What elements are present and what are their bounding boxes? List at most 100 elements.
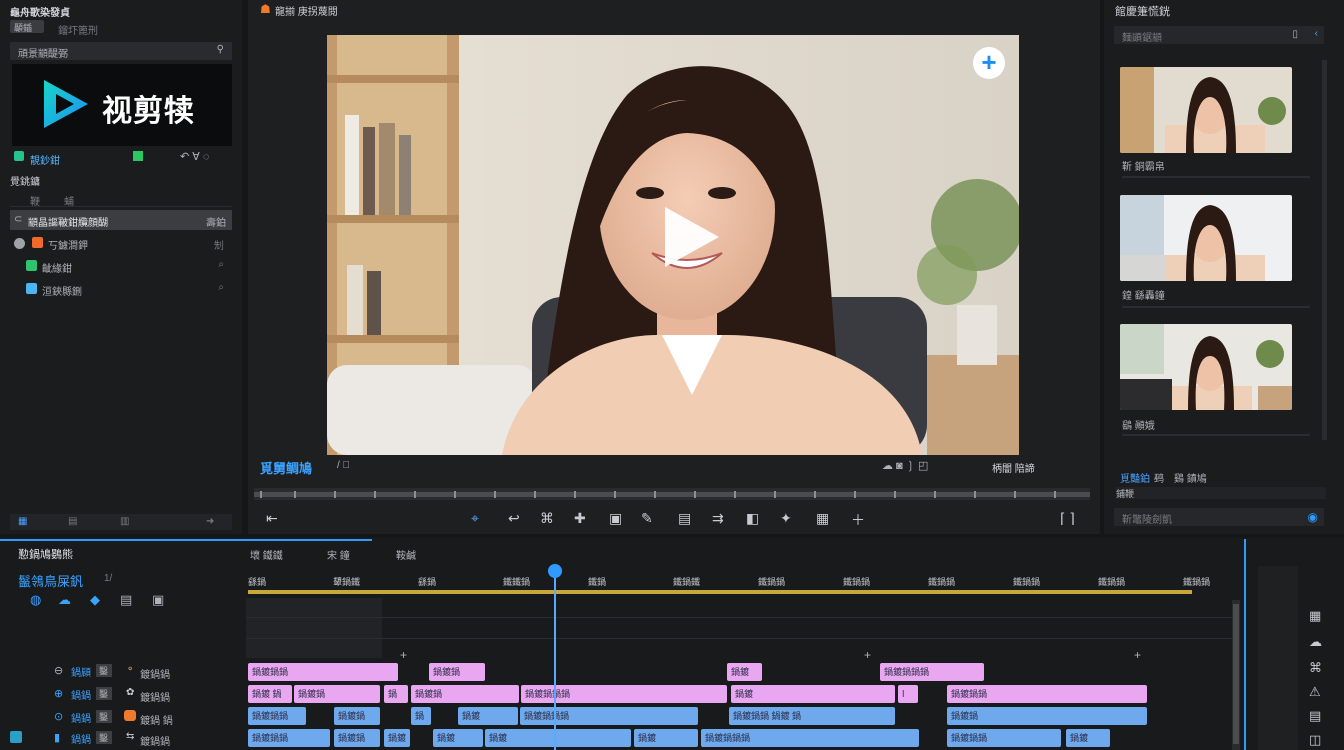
right-tab-b[interactable]: 鹀 [1154,470,1164,485]
right-bottom-search[interactable]: 靳鼈陵劍凱 ◉ [1114,508,1324,526]
playhead-handle[interactable] [548,564,562,578]
frame-icon[interactable]: ◧ [746,510,759,527]
track-lock-icon[interactable]: ⊖ [54,664,63,677]
playhead[interactable] [554,570,556,750]
transform-icon[interactable]: ⌘ [1309,660,1322,676]
doc-icon[interactable]: ▤ [120,592,132,608]
color-swatch[interactable] [133,151,143,161]
timeline-clip[interactable]: 鍋鍍鍋鍋 [947,729,1061,747]
marker-icon[interactable]: + [1134,648,1141,662]
timeline-clip[interactable]: 鍋鍍鍋 [334,707,380,725]
timeline-clip[interactable]: 鍋鍍鍋 [334,729,380,747]
brand-row-tools-icon[interactable]: ↶ ∀ ◌ [180,150,209,163]
timeline-clip[interactable]: 鍋鍍鍋鍋鍋 [521,685,727,703]
effect-thumbnail[interactable] [1120,67,1292,153]
grid-icon[interactable]: ▦ [1309,608,1321,624]
video-preview[interactable]: + [327,35,1019,455]
timeline-clip[interactable]: 鍋鍍 [485,729,631,747]
image-add-icon[interactable]: ▣ [152,592,164,608]
right-scrollbar[interactable] [1322,60,1327,440]
timeline-clip[interactable]: 鍋鍍鍋 [947,707,1147,725]
cloud-icon[interactable]: ☁ [58,592,71,608]
timeline-clip[interactable]: 鍋 [384,685,408,703]
timeline-clip[interactable]: 鍋鍍鍋 [411,685,519,703]
list-view-icon[interactable]: ▤ [68,516,77,527]
playback-tools-icon[interactable]: ☁ ◙ ❳ ◰ [882,459,928,472]
timeline-tab-1[interactable]: 壞 鐵鐵 [250,547,283,562]
timeline-clip[interactable]: 鍋鍍鍋 [294,685,380,703]
cut-icon[interactable]: ✚ [574,510,586,527]
section-options-icon[interactable]: ⚲ [217,44,224,55]
grid-view-icon[interactable]: ▦ [18,516,27,527]
search-tag[interactable]: 顳鍤 [10,20,44,33]
record-icon[interactable]: ◍ [30,592,41,608]
right-search-input[interactable]: 麵顕鋸顓 ▯ ‹ [1114,26,1324,44]
timeline-title[interactable]: 懃鍋鳩鷃熊 [18,546,73,562]
timeline-clip[interactable]: 鍋鍍 [727,663,762,681]
timeline-clip[interactable]: 鍋鍍 [433,729,483,747]
track-badge[interactable]: 鑿 [96,687,112,700]
effect-thumbnail[interactable] [1120,324,1292,410]
timeline-tab-2[interactable]: 宋 鐘 [327,547,350,562]
pen-icon[interactable]: ✎ [641,510,653,527]
timeline-clip[interactable]: 鍋鍍鍋鍋 [248,707,306,725]
preview-right-controls[interactable]: 柄闇 陪諦 [992,460,1035,475]
effects-icon[interactable]: ✦ [780,510,792,527]
timeline-clip[interactable]: 鍋鍍 [634,729,698,747]
grid-icon[interactable]: ▦ [816,510,829,527]
ruler-bar[interactable] [248,590,1192,594]
timeline-clip[interactable]: 鍋鍍 [1066,729,1110,747]
text-icon[interactable]: ▣ [609,510,622,527]
list-item[interactable]: 丂鑢澗鉀 𠜎 [10,233,232,253]
expand-icon[interactable]: ➜ [206,516,214,527]
align-icon[interactable]: ⇉ [712,510,724,527]
warning-icon[interactable]: ⚠ [1309,684,1321,700]
timeline-clip[interactable]: 鍋鍍鍋鍋鍋 [880,663,984,681]
timeline-scroll-thumb[interactable] [1233,604,1239,744]
timeline-clip[interactable]: 鍋 [411,707,431,725]
track-lock-icon[interactable]: ▮ [54,731,60,744]
list-item[interactable]: 齜緣鉗 ⌕ [10,256,232,276]
cloud-icon[interactable]: ☁ [1309,634,1322,650]
brand-row-label[interactable]: 靚鈔鉗 [30,152,60,167]
track-visible-icon[interactable] [10,731,22,743]
add-icon[interactable]: ＋ [851,510,865,530]
list-item[interactable]: 洹鋏縣鉶 ⌕ [10,279,232,299]
add-to-timeline-button[interactable]: + [973,47,1005,79]
copy-icon[interactable]: ▯ [1292,29,1298,40]
track-lock-icon[interactable]: ⊙ [54,710,63,723]
effect-thumbnail[interactable] [1120,195,1292,281]
project-name[interactable]: 鬣鴒鳥屎釩 [18,571,83,590]
frame-icon[interactable]: ◫ [1309,732,1321,748]
transform-icon[interactable]: ⌘ [540,510,554,527]
diamond-icon[interactable]: ◆ [90,592,100,608]
search-icon[interactable]: ⌕ [218,259,224,270]
timeline-clip[interactable]: 鍋鍍鍋鍋 [248,729,330,747]
timeline-clip[interactable]: 鍋鍍 [731,685,895,703]
timeline-clip[interactable]: 鍋鍍 鍋 [248,685,292,703]
undo-icon[interactable]: ↩ [508,510,520,527]
right-tab-a[interactable]: 覓豔鉑 [1120,470,1150,485]
section-header[interactable]: 頑景顓醍弻 ⚲ [10,42,232,60]
track-badge[interactable]: 鑿 [96,664,112,677]
timeline-clip[interactable]: 鍋鍍鍋鍋鍋 [520,707,698,725]
detail-view-icon[interactable]: ▥ [120,516,129,527]
timeline-clip[interactable]: 鍋鍍鍋鍋 [947,685,1147,703]
right-tab-c[interactable]: 鷄 鐼鳩 [1174,470,1207,485]
track-lock-icon[interactable]: ⊕ [54,687,63,700]
layers-icon[interactable]: ▤ [1309,708,1321,724]
confirm-icon[interactable]: ◉ [1308,510,1318,524]
track-badge[interactable]: 鑿 [96,710,112,723]
timeline-clip[interactable]: ⅼ [898,685,918,703]
list-item[interactable]: ⊂ 顓晶謳皸鉗纜顔醐 壽鉑 [10,210,232,230]
timeline-clip[interactable]: 鍋鍍鍋鍋 鍋鍍 鍋 [729,707,895,725]
split-icon[interactable]: ⇤ [266,510,278,527]
bracket-icon[interactable]: ⌈ ⌉ [1060,510,1075,527]
track-badge[interactable]: 鑿 [96,731,112,744]
timeline-clip[interactable]: 鍋鍍鍋鍋 [248,663,398,681]
timeline-tab-3[interactable]: 鞍鹹 [396,547,416,562]
brand-preview-tile[interactable]: 视剪犊 [12,64,232,146]
timeline-clip[interactable]: 鍋鍍鍋 [429,663,485,681]
timeline-clip[interactable]: 鍋鍍 [458,707,518,725]
layers-icon[interactable]: ▤ [678,510,691,527]
